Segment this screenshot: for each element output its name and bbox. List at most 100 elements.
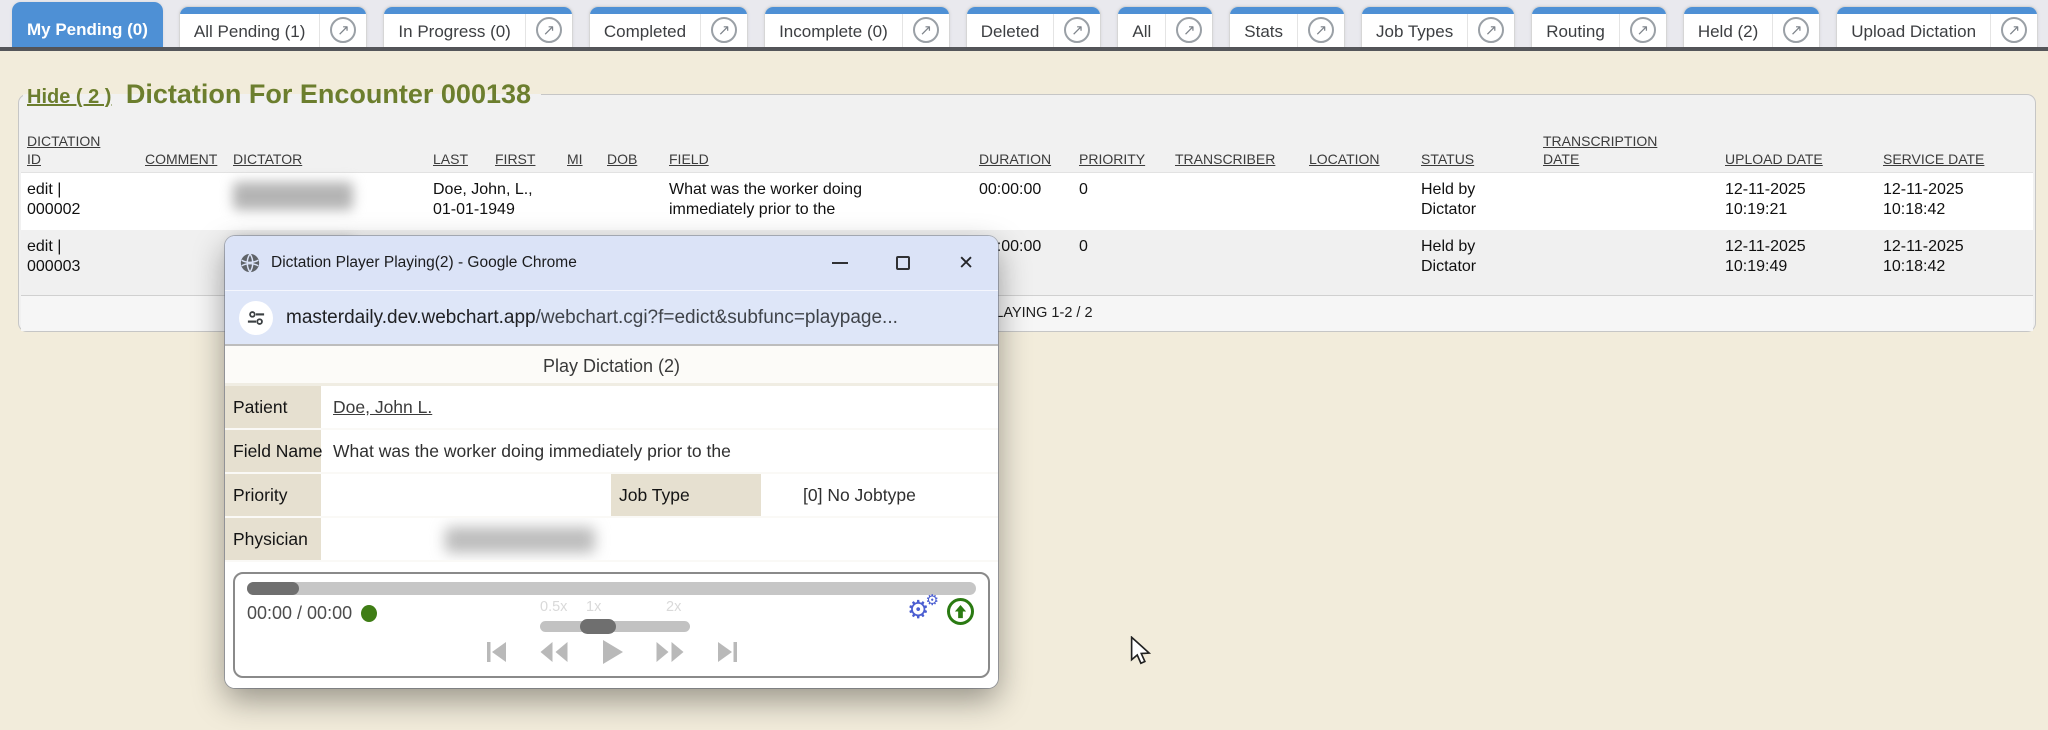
maximize-button[interactable]	[896, 256, 910, 270]
play-dictation-heading: Play Dictation (2)	[225, 346, 998, 386]
url-text[interactable]: masterdaily.dev.webchart.app/webchart.cg…	[286, 307, 898, 329]
speed-slider-thumb[interactable]	[580, 619, 616, 634]
tab-upload-dictation[interactable]: Upload Dictation ↗	[1836, 6, 2038, 47]
col-header-first[interactable]: FIRST	[489, 110, 561, 172]
popout-arrow-icon: ↗	[330, 17, 356, 43]
tab-popout[interactable]: ↗	[700, 7, 747, 47]
col-header-field[interactable]: FIELD	[663, 110, 973, 172]
cell-comment	[139, 172, 227, 230]
settings-gears-icon[interactable]: ⚙⚙	[907, 596, 937, 626]
skip-to-end-button[interactable]	[715, 639, 741, 665]
site-settings-icon[interactable]	[239, 301, 273, 335]
globe-favicon-icon	[239, 252, 261, 274]
window-titlebar[interactable]: Dictation Player Playing(2) - Google Chr…	[225, 236, 998, 290]
cell-status: Held by Dictator	[1415, 172, 1537, 230]
tab-popout[interactable]: ↗	[1990, 7, 2037, 47]
col-header-priority[interactable]: PRIORITY	[1073, 110, 1169, 172]
popout-arrow-icon: ↗	[1783, 17, 1809, 43]
cell-transcription-date	[1537, 172, 1719, 230]
cell-priority: 0	[1073, 230, 1169, 295]
tab-popout[interactable]: ↗	[1053, 7, 1100, 47]
tab-label: Incomplete (0)	[765, 7, 902, 47]
tab-job-types[interactable]: Job Types ↗	[1361, 6, 1515, 47]
cell-field: What was the worker doing immediately pr…	[663, 172, 973, 230]
col-header-duration[interactable]: DURATION	[973, 110, 1073, 172]
tab-label: All	[1118, 7, 1165, 47]
cell-transcription-date	[1537, 230, 1719, 295]
tab-popout[interactable]: ↗	[1297, 7, 1344, 47]
tab-popout[interactable]: ↗	[1467, 7, 1514, 47]
col-header-transcriber[interactable]: TRANSCRIBER	[1169, 110, 1303, 172]
cell-duration: 00:00:00	[973, 172, 1073, 230]
fast-forward-button[interactable]	[655, 639, 685, 665]
tab-label: Routing	[1532, 7, 1619, 47]
dictation-player-window: Dictation Player Playing(2) - Google Chr…	[225, 236, 998, 688]
tab-deleted[interactable]: Deleted ↗	[966, 6, 1102, 47]
playback-time: 00:00 / 00:00	[247, 603, 377, 624]
audio-player: 00:00 / 00:00 0.5x 1x 2x ⚙⚙	[233, 572, 990, 678]
priority-jobtype-row: Priority Job Type [0] No Jobtype	[225, 474, 998, 518]
tab-held[interactable]: Held (2) ↗	[1683, 6, 1820, 47]
tab-my-pending[interactable]: My Pending (0)	[12, 2, 163, 47]
skip-to-start-button[interactable]	[483, 639, 509, 665]
page-title: Dictation For Encounter 000138	[116, 79, 531, 109]
field-name-label: Field Name	[225, 430, 321, 472]
popout-arrow-icon: ↗	[1630, 17, 1656, 43]
cell-patient: Doe, John, L., 01-01-1949	[427, 172, 663, 230]
play-button[interactable]	[599, 638, 625, 666]
upload-arrow-icon[interactable]	[947, 598, 974, 625]
col-header-status[interactable]: STATUS	[1415, 110, 1537, 172]
col-header-last[interactable]: LAST	[427, 110, 489, 172]
priority-label: Priority	[225, 474, 321, 516]
tab-label: My Pending (0)	[13, 3, 162, 47]
tab-all-pending[interactable]: All Pending (1) ↗	[179, 6, 368, 47]
cell-dictation-id[interactable]: edit | 000003	[21, 230, 139, 295]
popout-arrow-icon: ↗	[913, 17, 939, 43]
tab-popout[interactable]: ↗	[1619, 7, 1666, 47]
cell-comment	[139, 230, 227, 295]
col-header-mi[interactable]: MI	[561, 110, 601, 172]
minimize-button[interactable]	[832, 262, 848, 264]
tab-popout[interactable]: ↗	[1772, 7, 1819, 47]
col-header-dictation-id[interactable]: DICTATION ID	[21, 110, 139, 172]
cell-dictation-id[interactable]: edit | 000002	[21, 172, 139, 230]
seek-thumb[interactable]	[247, 582, 299, 595]
tab-stats[interactable]: Stats ↗	[1229, 6, 1345, 47]
job-type-value[interactable]: [0] No Jobtype	[761, 474, 998, 516]
popout-arrow-icon: ↗	[1176, 17, 1202, 43]
col-header-transcription-date[interactable]: TRANSCRIPTION DATE	[1537, 110, 1719, 172]
field-name-row: Field Name What was the worker doing imm…	[225, 430, 998, 474]
tab-in-progress[interactable]: In Progress (0) ↗	[383, 6, 572, 47]
tab-popout[interactable]: ↗	[319, 7, 366, 47]
tab-label: Upload Dictation	[1837, 7, 1990, 47]
col-header-service-date[interactable]: SERVICE DATE	[1877, 110, 2033, 172]
tab-popout[interactable]: ↗	[525, 7, 572, 47]
tab-popout[interactable]: ↗	[1165, 7, 1212, 47]
tab-completed[interactable]: Completed ↗	[589, 6, 748, 47]
window-title: Dictation Player Playing(2) - Google Chr…	[271, 254, 784, 272]
speed-slider[interactable]	[540, 621, 690, 632]
address-bar[interactable]: masterdaily.dev.webchart.app/webchart.cg…	[225, 290, 998, 346]
cell-service-date: 12-11-2025 10:18:42	[1877, 172, 2033, 230]
mouse-cursor	[1128, 636, 1154, 671]
tab-routing[interactable]: Routing ↗	[1531, 6, 1667, 47]
seek-bar[interactable]	[247, 582, 976, 595]
tab-all[interactable]: All ↗	[1117, 6, 1213, 47]
priority-value[interactable]	[321, 474, 611, 516]
cell-transcriber	[1169, 172, 1303, 230]
col-header-upload-date[interactable]: UPLOAD DATE	[1719, 110, 1877, 172]
physician-row: Physician	[225, 518, 998, 562]
close-icon[interactable]: ✕	[958, 254, 974, 273]
hide-link[interactable]: Hide ( 2 )	[27, 86, 111, 108]
col-header-location[interactable]: LOCATION	[1303, 110, 1415, 172]
cell-transcriber	[1169, 230, 1303, 295]
col-header-dob[interactable]: DOB	[601, 110, 663, 172]
col-header-comment[interactable]: COMMENT	[139, 110, 227, 172]
cell-status: Held by Dictator	[1415, 230, 1537, 295]
rewind-button[interactable]	[539, 639, 569, 665]
patient-link[interactable]: Doe, John L.	[333, 397, 432, 417]
col-header-dictator[interactable]: DICTATOR	[227, 110, 427, 172]
tab-label: All Pending (1)	[180, 7, 320, 47]
tab-incomplete[interactable]: Incomplete (0) ↗	[764, 6, 950, 47]
tab-popout[interactable]: ↗	[902, 7, 949, 47]
